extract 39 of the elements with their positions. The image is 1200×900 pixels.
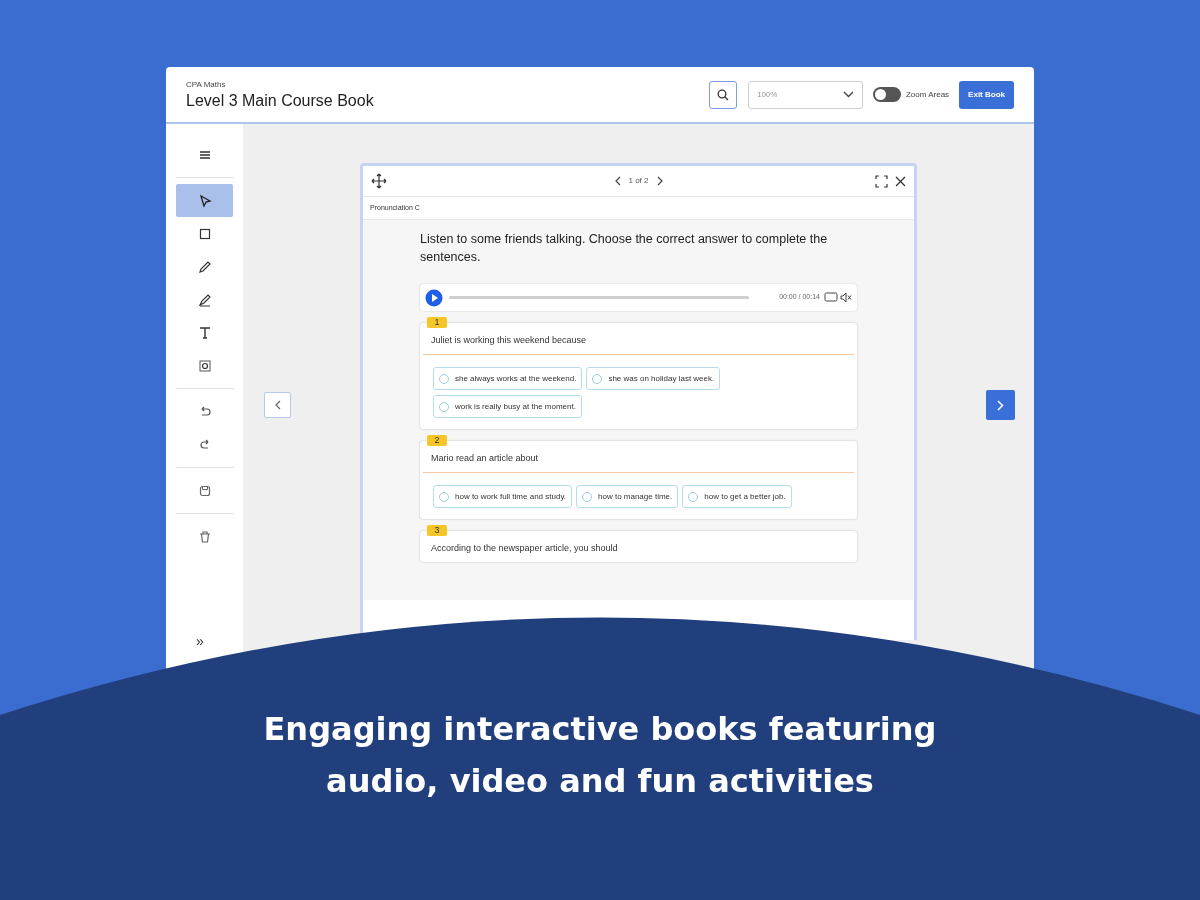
question-number: 1 [427,317,447,328]
chevron-down-icon [842,91,854,98]
answer-option[interactable]: she was on holiday last week. [586,367,721,390]
toggle-switch[interactable] [872,87,901,102]
move-icon[interactable] [371,173,387,189]
answer-option[interactable]: how to get a better job. [682,485,792,508]
page-counter: 1 of 2 [628,175,649,187]
toggle-label: Zoom Areas [905,88,950,101]
search-button[interactable] [708,80,737,109]
answer-option[interactable]: how to work full time and study. [433,485,572,508]
chevron-right-icon [997,399,1004,411]
exit-button[interactable]: Exit Book [959,80,1014,109]
caption-text: audio, video and fun activities [326,761,874,801]
question-number: 2 [427,435,447,446]
answer-option[interactable]: how to manage time. [576,485,679,508]
play-icon[interactable] [425,288,443,307]
expand-button[interactable]: » [196,634,204,648]
chevron-left-icon [274,400,281,410]
question-text: Juliet is working this weekend because [431,335,587,345]
book-series: CPA Maths [186,78,227,91]
answer-option[interactable]: work is really busy at the moment. [433,395,582,418]
caption-text: Engaging interactive books featuring [263,709,937,749]
tool-button[interactable] [176,184,233,217]
previous-icon[interactable] [614,176,621,186]
book-title: Level 3 Main Course Book [186,90,374,111]
question-number: 3 [427,525,447,536]
volume-icon[interactable] [840,292,852,303]
answer-option[interactable]: she always works at the weekend. [433,367,583,390]
instruction-text: Listen to some friends talking. Choose the correct answer to complete the sentences. [420,231,829,266]
audio-track[interactable] [449,296,749,299]
next-page-button[interactable] [986,390,1015,420]
question-text: Mario read an article about [431,453,539,463]
focus-icon [196,357,213,374]
question-text: According to the newspaper article, you should [431,543,618,553]
search-icon [716,88,729,101]
close-icon[interactable] [895,175,906,187]
next-icon[interactable] [656,176,663,186]
fullscreen-icon[interactable] [875,174,888,188]
caption-icon[interactable] [824,292,838,303]
